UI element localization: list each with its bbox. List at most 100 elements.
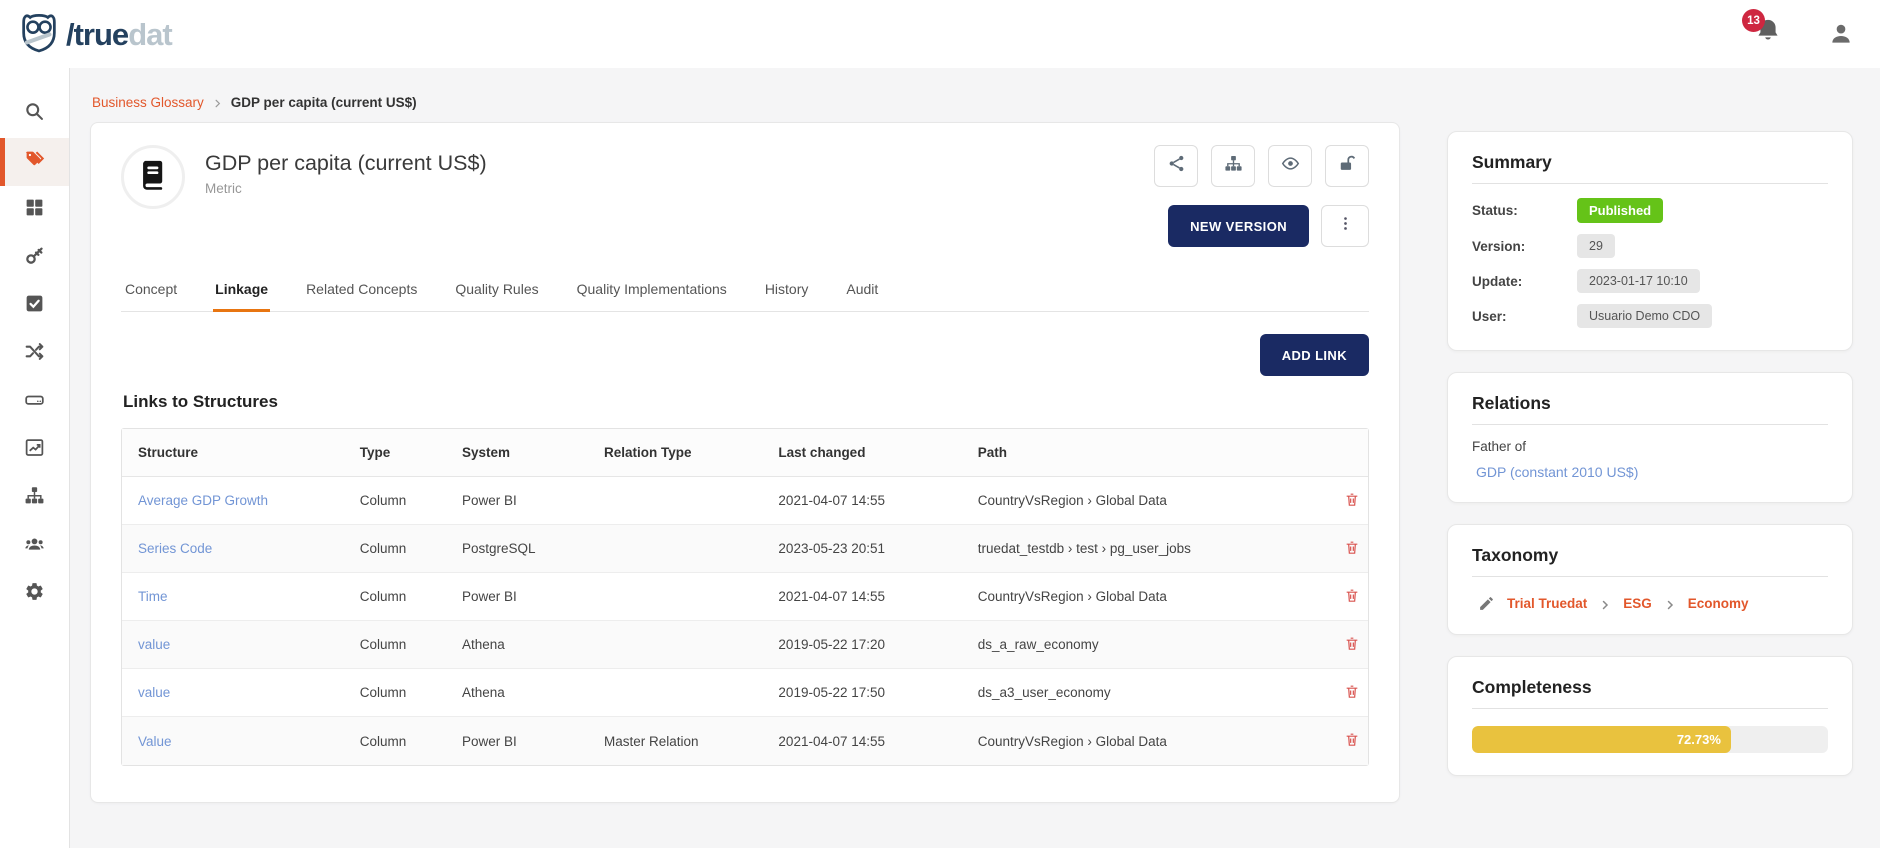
taxonomy-domain-link[interactable]: Trial Truedat [1507,596,1587,611]
icon-sidebar [0,68,70,848]
links-table: Structure Type System Relation Type Last… [121,428,1369,766]
shuffle-icon [24,341,45,367]
structure-view-button[interactable] [1211,145,1255,187]
search-icon [24,101,45,127]
owl-logo-icon [18,11,60,58]
relation-type-cell: Master Relation [588,734,762,749]
grid-icon [24,197,45,223]
concept-type-label: Metric [205,181,487,196]
structure-link[interactable]: Value [138,734,172,749]
taxonomy-domain-link[interactable]: ESG [1623,596,1652,611]
user-label: User: [1472,309,1577,324]
system-cell: Power BI [446,589,588,604]
structure-link[interactable]: value [138,685,170,700]
completeness-progress-bar: 72.73% [1472,726,1828,753]
logo-text: /truedat [66,19,172,50]
tab-quality-implementations[interactable]: Quality Implementations [575,275,729,312]
chevron-right-icon [212,97,223,108]
users-icon [24,533,45,559]
concept-avatar [121,145,185,209]
gear-icon [24,581,45,607]
book-icon [136,158,170,197]
tab-related-concepts[interactable]: Related Concepts [304,275,419,312]
breadcrumb-business-glossary[interactable]: Business Glossary [92,95,204,110]
tab-concept[interactable]: Concept [123,275,179,312]
delete-link-button[interactable] [1338,727,1366,755]
structure-link[interactable]: value [138,637,170,652]
share-button[interactable] [1154,145,1198,187]
structure-link[interactable]: Average GDP Growth [138,493,268,508]
relation-concept-link[interactable]: GDP (constant 2010 US$) [1472,464,1828,480]
summary-panel: Summary Status: Published Version: 29 Up… [1447,131,1853,351]
table-row: value Column Athena 2019-05-22 17:50 ds_… [122,669,1368,717]
delete-link-button[interactable] [1338,535,1366,563]
sidebar-item-business-glossary[interactable] [0,138,69,186]
chevron-right-icon [1599,598,1611,610]
delete-link-button[interactable] [1338,679,1366,707]
sidebar-item-analytics[interactable] [0,426,69,474]
system-cell: Athena [446,637,588,652]
trash-icon [1344,683,1360,703]
column-header-system: System [446,445,588,460]
tab-audit[interactable]: Audit [844,275,880,312]
sidebar-item-structures[interactable] [0,474,69,522]
column-header-relation-type: Relation Type [588,445,762,460]
last-changed-cell: 2021-04-07 14:55 [762,589,961,604]
path-cell: truedat_testdb › test › pg_user_jobs [962,541,1322,556]
sidebar-item-data-sources[interactable] [0,378,69,426]
relations-title: Relations [1472,393,1828,425]
kebab-icon [1337,215,1354,237]
type-cell: Column [344,734,446,749]
table-row: value Column Athena 2019-05-22 17:20 ds_… [122,621,1368,669]
tab-quality-rules[interactable]: Quality Rules [453,275,540,312]
links-to-structures-title: Links to Structures [121,392,1369,412]
page-title: GDP per capita (current US$) [205,151,487,176]
last-changed-cell: 2021-04-07 14:55 [762,493,961,508]
delete-link-button[interactable] [1338,487,1366,515]
more-actions-button[interactable] [1321,205,1369,247]
truedat-logo[interactable]: /truedat [18,11,172,58]
sidebar-item-permissions[interactable] [0,234,69,282]
user-menu-button[interactable] [1828,21,1854,47]
user-icon [1828,34,1854,51]
completeness-fill: 72.73% [1472,726,1731,753]
sidebar-item-users[interactable] [0,522,69,570]
tab-history[interactable]: History [763,275,811,312]
sidebar-item-dashboards[interactable] [0,186,69,234]
add-link-button[interactable]: ADD LINK [1260,334,1369,376]
trash-icon [1344,491,1360,511]
tag-icon [24,149,45,175]
lock-button[interactable] [1325,145,1369,187]
watch-button[interactable] [1268,145,1312,187]
tab-linkage[interactable]: Linkage [213,275,270,312]
system-cell: PostgreSQL [446,541,588,556]
sidebar-item-search[interactable] [0,90,69,138]
delete-link-button[interactable] [1338,631,1366,659]
type-cell: Column [344,685,446,700]
edit-taxonomy-button[interactable] [1478,595,1495,612]
version-label: Version: [1472,239,1577,254]
sidebar-item-lineage[interactable] [0,330,69,378]
new-version-button[interactable]: NEW VERSION [1168,205,1309,247]
notification-count-badge: 13 [1742,9,1765,32]
breadcrumb-current: GDP per capita (current US$) [231,95,417,110]
update-badge: 2023-01-17 10:10 [1577,269,1700,293]
sidebar-item-quality[interactable] [0,282,69,330]
trash-icon [1344,587,1360,607]
structure-link[interactable]: Series Code [138,541,212,556]
update-label: Update: [1472,274,1577,289]
relations-panel: Relations Father of GDP (constant 2010 U… [1447,372,1853,503]
last-changed-cell: 2023-05-23 20:51 [762,541,961,556]
taxonomy-title: Taxonomy [1472,545,1828,577]
delete-link-button[interactable] [1338,583,1366,611]
type-cell: Column [344,541,446,556]
chevron-right-icon [1664,598,1676,610]
sitemap-icon [24,485,45,511]
trash-icon [1344,635,1360,655]
notifications-button[interactable]: 13 [1754,17,1784,51]
path-cell: ds_a_raw_economy [962,637,1322,652]
path-cell: CountryVsRegion › Global Data [962,589,1322,604]
sidebar-item-settings[interactable] [0,570,69,618]
structure-link[interactable]: Time [138,589,168,604]
taxonomy-domain-link[interactable]: Economy [1688,596,1749,611]
